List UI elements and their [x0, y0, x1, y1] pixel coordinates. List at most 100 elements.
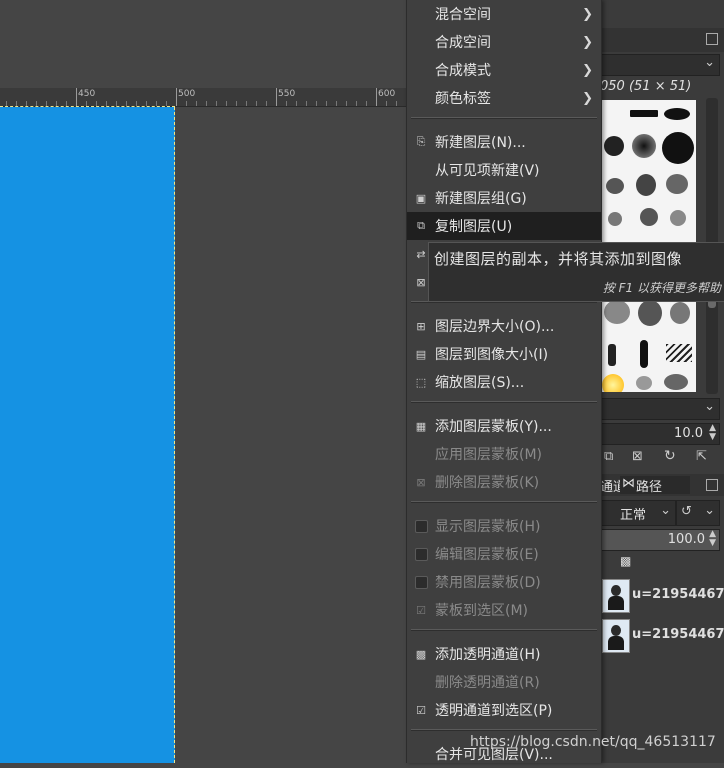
duplicate-brush-icon[interactable]: ⧉: [604, 449, 613, 464]
duplicate-layer-icon: ⧉: [417, 219, 425, 232]
ruler-label: 600: [378, 89, 396, 99]
ruler-label: 550: [278, 89, 296, 99]
tooltip-hint: 按 F1 以获得更多帮助: [602, 281, 721, 295]
menu-item-alpha-to-selection[interactable]: ☑ 透明通道到选区(P): [407, 696, 601, 724]
layer-name: u=21954467: [632, 627, 724, 642]
menu-item-composite-mode[interactable]: 合成模式 ❯: [407, 56, 601, 84]
tooltip: 创建图层的副本，并将其添加到图像 按 F1 以获得更多帮助: [428, 242, 724, 302]
layer-to-image-icon: ▤: [415, 347, 427, 361]
ruler-tick: [76, 88, 77, 106]
menu-item-apply-layer-mask[interactable]: 应用图层蒙板(M): [407, 440, 601, 468]
spinner-icon[interactable]: ▲ ▼: [709, 424, 716, 442]
canvas-area[interactable]: 450 500 550 600: [0, 0, 406, 763]
brush-filter-dropdown[interactable]: ⌄: [600, 54, 720, 76]
layer-row[interactable]: u=21954467: [600, 576, 724, 614]
menu-item-add-layer-mask[interactable]: ▦ 添加图层蒙板(Y)...: [407, 412, 601, 440]
menu-item-label: 删除图层蒙板(K): [435, 475, 540, 491]
new-layer-group-icon: ▣: [415, 191, 427, 205]
menu-item-label: 图层边界大小(O)...: [435, 319, 555, 335]
menu-item-label: 颜色标签: [435, 91, 491, 107]
menu-item-label: 编辑图层蒙板(E): [435, 547, 539, 563]
add-mask-icon: ▦: [415, 419, 427, 433]
spinner-icon[interactable]: ▲ ▼: [709, 530, 716, 548]
menu-item-label: 添加图层蒙板(Y)...: [435, 419, 552, 435]
chevron-right-icon: ❯: [582, 34, 593, 50]
menu-separator: [411, 729, 597, 731]
delete-layer-icon: ⊠: [416, 275, 426, 289]
menu-separator: [411, 501, 597, 503]
menu-item-label: 应用图层蒙板(M): [435, 447, 543, 463]
menu-separator: [411, 401, 597, 403]
menu-item-color-tag[interactable]: 颜色标签 ❯: [407, 84, 601, 112]
channels-paths-tabs: 通道 ⋈ 路径: [600, 474, 724, 496]
menu-item-disable-layer-mask[interactable]: 禁用图层蒙板(D): [407, 568, 601, 596]
menu-item-label: 合成模式: [435, 63, 491, 79]
reset-icon: ↺: [681, 504, 692, 519]
dock-menu-icon[interactable]: [706, 33, 718, 45]
menu-item-new-from-visible[interactable]: 从可见项新建(V): [407, 156, 601, 184]
layer-mode-dropdown[interactable]: 正常 ⌄: [600, 500, 676, 526]
dock-menu-icon[interactable]: [706, 479, 718, 491]
layer-context-menu: 混合空间 ❯ 合成空间 ❯ 合成模式 ❯ 颜色标签 ❯ ⎘ 新建图层(N)...…: [406, 0, 602, 763]
menu-item-label: 图层到图像大小(I): [435, 347, 549, 363]
composite-mode-dropdown[interactable]: ↺ ⌄: [676, 500, 720, 526]
menu-item-blend-space[interactable]: 混合空间 ❯: [407, 0, 601, 28]
menu-item-layer-boundary-size[interactable]: ⊞ 图层边界大小(O)...: [407, 312, 601, 340]
brush-action-bar: ⧉ ⊠ ↻ ⇱: [600, 447, 724, 469]
checkbox-icon: [414, 547, 428, 561]
menu-item-label: 从可见项新建(V): [435, 163, 540, 179]
spacing-field[interactable]: 10.0 ▲ ▼: [600, 423, 720, 445]
layer-row[interactable]: u=21954467: [600, 617, 724, 655]
menu-item-label: 显示图层蒙板(H): [435, 519, 541, 535]
menu-item-composite-space[interactable]: 合成空间 ❯: [407, 28, 601, 56]
ruler-label: 500: [178, 89, 196, 99]
tab-paths[interactable]: 路径: [636, 476, 662, 495]
menu-item-new-layer-group[interactable]: ▣ 新建图层组(G): [407, 184, 601, 212]
alpha-to-selection-icon: ☑: [416, 703, 426, 717]
layer-thumbnail: [602, 619, 630, 653]
menu-item-label: 混合空间: [435, 7, 491, 23]
menu-item-duplicate-layer[interactable]: ⧉ 复制图层(U): [407, 212, 601, 240]
chevron-down-icon: ⌄: [704, 399, 715, 414]
delete-mask-icon: ⊠: [416, 475, 426, 489]
menu-item-layer-to-image-size[interactable]: ▤ 图层到图像大小(I): [407, 340, 601, 368]
menu-item-label: 透明通道到选区(P): [435, 703, 553, 719]
chevron-down-icon: ⌄: [704, 55, 715, 70]
menu-separator: [411, 117, 597, 119]
menu-item-show-layer-mask[interactable]: 显示图层蒙板(H): [407, 512, 601, 540]
menu-item-label: 缩放图层(S)...: [435, 375, 525, 391]
menu-item-new-layer[interactable]: ⎘ 新建图层(N)...: [407, 128, 601, 156]
menu-item-label: 添加透明通道(H): [435, 647, 541, 663]
horizontal-ruler: 450 500 550 600: [0, 88, 406, 107]
ruler-tick: [276, 88, 277, 106]
menu-item-label: 合成空间: [435, 35, 491, 51]
menu-item-delete-layer-mask[interactable]: ⊠ 删除图层蒙板(K): [407, 468, 601, 496]
checkbox-icon: [414, 519, 428, 533]
menu-separator: [411, 629, 597, 631]
menu-item-add-alpha-channel[interactable]: ▩ 添加透明通道(H): [407, 640, 601, 668]
menu-item-label: 删除透明通道(R): [435, 675, 540, 691]
menu-item-edit-layer-mask[interactable]: 编辑图层蒙板(E): [407, 540, 601, 568]
menu-item-remove-alpha-channel[interactable]: 删除透明通道(R): [407, 668, 601, 696]
checkbox-icon: [414, 575, 428, 589]
layer-mode-value: 正常: [620, 508, 647, 523]
tooltip-text: 创建图层的副本，并将其添加到图像: [434, 250, 683, 268]
lock-alpha-icon[interactable]: ▩: [620, 554, 631, 568]
chevron-right-icon: ❯: [582, 6, 593, 22]
new-layer-icon: ⎘: [416, 135, 426, 148]
delete-brush-icon[interactable]: ⊠: [632, 449, 643, 464]
menu-item-label: 新建图层组(G): [435, 191, 527, 207]
open-brush-icon[interactable]: ⇱: [696, 449, 707, 464]
chevron-right-icon: ❯: [582, 62, 593, 78]
brush-preset-dropdown[interactable]: ⌄: [600, 398, 720, 420]
menu-item-label: 禁用图层蒙板(D): [435, 575, 541, 591]
chevron-down-icon: ⌄: [704, 503, 715, 518]
menu-item-mask-to-selection[interactable]: ☑ 蒙板到选区(M): [407, 596, 601, 624]
opacity-field[interactable]: 100.0 ▲ ▼: [600, 529, 720, 551]
menu-item-label: 蒙板到选区(M): [435, 603, 529, 619]
menu-item-label: 复制图层(U): [435, 219, 513, 235]
menu-item-scale-layer[interactable]: ⬚ 缩放图层(S)...: [407, 368, 601, 396]
watermark: https://blog.csdn.net/qq_46513117: [470, 734, 716, 750]
image-canvas[interactable]: [0, 107, 175, 763]
refresh-icon[interactable]: ↻: [664, 448, 676, 464]
